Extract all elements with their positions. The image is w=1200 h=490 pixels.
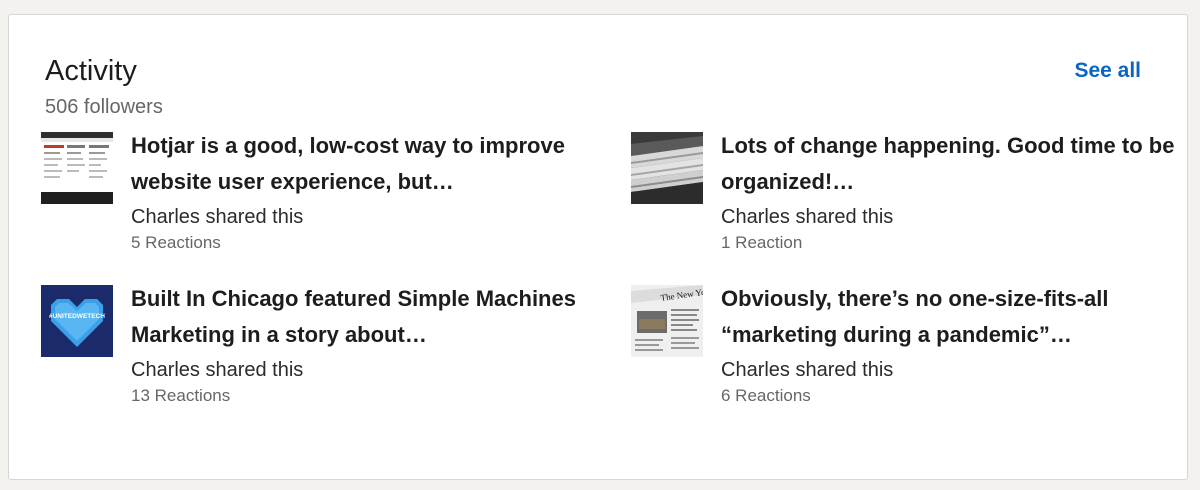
post-headline[interactable]: Obviously, there’s no one-size-fits-all … [721, 281, 1191, 353]
post-headline[interactable]: Lots of change happening. Good time to b… [721, 128, 1191, 200]
post-shared-by: Charles shared this [721, 359, 894, 381]
website-screenshot-thumbnail[interactable] [41, 132, 113, 204]
post-headline[interactable]: Built In Chicago featured Simple Machine… [131, 281, 601, 353]
united-we-tech-label: #UNITEDWETECH [49, 313, 105, 320]
stacked-papers-thumbnail[interactable] [631, 132, 703, 204]
activity-post[interactable]: Hotjar is a good, low-cost way to improv… [41, 128, 565, 268]
newspaper-thumbnail[interactable]: The New York [631, 285, 703, 357]
activity-post[interactable]: #UNITEDWETECH Built In Chicago featured … [41, 281, 576, 421]
activity-post[interactable]: The New York Obviously, there’s no one-s… [631, 281, 1109, 421]
followers-count: 506 followers [45, 96, 163, 118]
post-reactions-count[interactable]: 5 Reactions [131, 232, 601, 254]
post-reactions-count[interactable]: 13 Reactions [131, 385, 601, 407]
post-text: Lots of change happening. Good time to b… [721, 128, 1191, 254]
post-shared-by: Charles shared this [131, 359, 304, 381]
post-reactions-count[interactable]: 6 Reactions [721, 385, 1191, 407]
post-text: Obviously, there’s no one-size-fits-all … [721, 281, 1191, 407]
post-text: Hotjar is a good, low-cost way to improv… [131, 128, 601, 254]
post-shared-by: Charles shared this [131, 206, 304, 228]
united-we-tech-heart-thumbnail[interactable]: #UNITEDWETECH [41, 285, 113, 357]
see-all-link[interactable]: See all [1074, 57, 1141, 85]
post-reactions-count[interactable]: 1 Reaction [721, 232, 1191, 254]
activity-post[interactable]: Lots of change happening. Good time to b… [631, 128, 1174, 268]
post-text: Built In Chicago featured Simple Machine… [131, 281, 601, 407]
activity-title: Activity [45, 55, 137, 87]
post-shared-by: Charles shared this [721, 206, 894, 228]
post-headline[interactable]: Hotjar is a good, low-cost way to improv… [131, 128, 601, 200]
